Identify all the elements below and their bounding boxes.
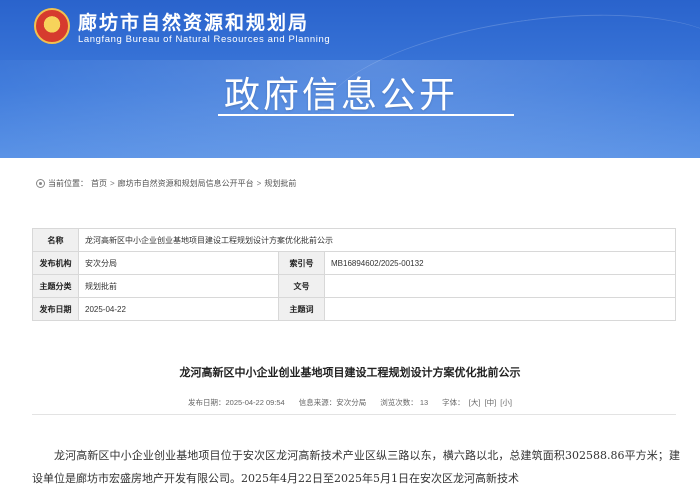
breadcrumb-separator: >	[110, 179, 115, 188]
index-label: 索引号	[278, 251, 325, 275]
breadcrumb-prefix: 当前位置：	[48, 179, 88, 188]
info-table: 名称 龙河高新区中小企业创业基地项目建设工程规划设计方案优化批前公示 发布机构 …	[32, 228, 676, 321]
category-label: 主题分类	[32, 274, 79, 298]
category-value: 规划批前	[78, 274, 279, 298]
table-row: 主题分类 规划批前 文号	[32, 274, 676, 298]
article-title: 龙河高新区中小企业创业基地项目建设工程规划设计方案优化批前公示	[179, 366, 521, 379]
section-title: 政府信息公开	[224, 75, 459, 116]
name-label: 名称	[32, 228, 79, 252]
breadcrumb-separator: >	[256, 179, 262, 188]
docno-value	[324, 274, 676, 298]
breadcrumb-platform[interactable]: 廊坊市自然资源和规划局信息公开平台	[118, 178, 254, 189]
header-banner: ★ 廊坊市自然资源和规划局 Langfang Bureau of Natural…	[0, 0, 700, 158]
font-size-controls: 字体： [大] [中] [小]	[442, 397, 512, 408]
org-name-en: Langfang Bureau of Natural Resources and…	[78, 34, 331, 45]
breadcrumb: 当前位置： 首页 > 廊坊市自然资源和规划局信息公开平台 > 规划批前	[36, 178, 296, 189]
date-value: 2025-04-22	[78, 297, 279, 321]
publisher-value: 安次分局	[78, 251, 279, 275]
location-icon	[36, 179, 45, 188]
table-row: 发布机构 安次分局 索引号 MB16894602/2025-00132	[32, 251, 676, 275]
title-underline	[218, 114, 514, 116]
national-emblem-icon: ★	[34, 8, 70, 44]
keywords-value	[324, 297, 676, 321]
keywords-label: 主题词	[278, 297, 325, 321]
star-icon: ★	[46, 14, 56, 27]
name-value: 龙河高新区中小企业创业基地项目建设工程规划设计方案优化批前公示	[78, 228, 676, 252]
article-body: 龙河高新区中小企业创业基地项目位于安次区龙河高新技术产业区纵三路以东，横六路以北…	[32, 449, 680, 485]
font-medium-button[interactable]: [中]	[485, 398, 497, 407]
breadcrumb-current[interactable]: 规划批前	[264, 178, 296, 189]
article-meta: 发布日期：2025-04-22 09:54 信息来源：安次分局 浏览次数： 13…	[8, 397, 692, 408]
font-large-button[interactable]: [大]	[469, 398, 481, 407]
publish-time: 发布日期：2025-04-22 09:54	[188, 398, 285, 407]
date-label: 发布日期	[32, 297, 79, 321]
font-small-button[interactable]: [小]	[500, 398, 512, 407]
index-value: MB16894602/2025-00132	[324, 251, 676, 275]
font-size-label: 字体：	[442, 398, 465, 407]
publisher-label: 发布机构	[32, 251, 79, 275]
content-panel: 当前位置： 首页 > 廊坊市自然资源和规划局信息公开平台 > 规划批前 名称 龙…	[8, 158, 692, 487]
docno-label: 文号	[278, 274, 325, 298]
info-source: 信息来源：安次分局	[298, 398, 367, 407]
org-name-cn[interactable]: 廊坊市自然资源和规划局	[78, 8, 309, 35]
divider	[32, 414, 676, 415]
table-row: 名称 龙河高新区中小企业创业基地项目建设工程规划设计方案优化批前公示	[32, 228, 676, 252]
view-count: 浏览次数： 13	[380, 398, 429, 407]
breadcrumb-home[interactable]: 首页	[91, 178, 107, 189]
table-row: 发布日期 2025-04-22 主题词	[32, 297, 676, 321]
